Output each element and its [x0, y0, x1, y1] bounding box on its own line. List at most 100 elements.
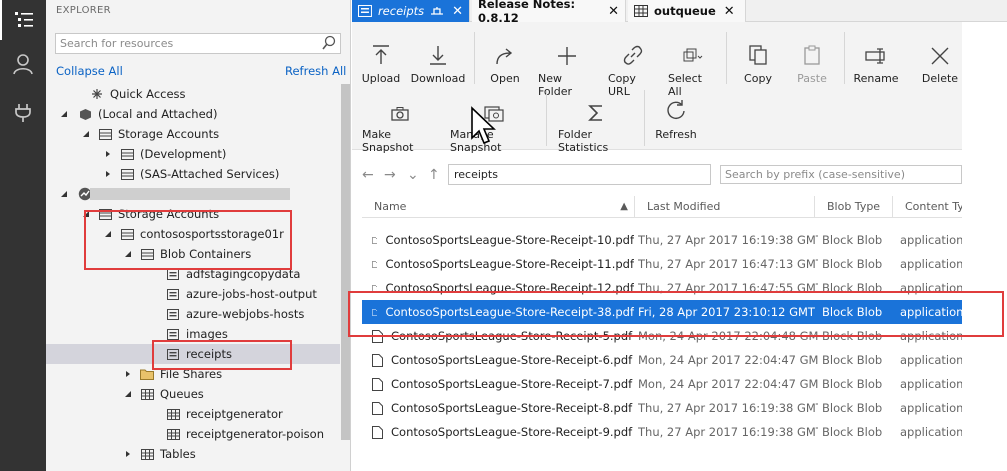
- table-row[interactable]: ContosoSportsLeague-Store-Receipt-5.pdf …: [362, 324, 962, 348]
- column-header-content-type[interactable]: Content Type: [892, 196, 962, 218]
- expand-right-icon[interactable]: [122, 448, 134, 460]
- expand-down-icon[interactable]: [58, 108, 70, 120]
- download-button[interactable]: Download: [411, 40, 465, 85]
- path-input[interactable]: [448, 164, 711, 185]
- file-icon: [372, 425, 383, 439]
- resource-search-box[interactable]: [55, 33, 341, 54]
- tree-item-quick-access[interactable]: Quick Access: [46, 84, 340, 104]
- tree-item-container[interactable]: images: [46, 324, 340, 344]
- sort-up-icon[interactable]: ▲: [620, 196, 628, 218]
- search-icon[interactable]: [321, 35, 337, 54]
- grid-icon: [166, 427, 180, 441]
- tree-item-storage-accounts-2[interactable]: Storage Accounts: [46, 204, 340, 224]
- folder-icon: [140, 367, 154, 381]
- expand-down-icon[interactable]: [80, 128, 92, 140]
- table-row[interactable]: ContosoSportsLeague-Store-Receipt-11.pdf…: [362, 252, 962, 276]
- tree-item-storage-accounts[interactable]: Storage Accounts: [46, 124, 340, 144]
- explorer-title: EXPLORER: [56, 5, 111, 16]
- column-header-blob-type[interactable]: Blob Type: [814, 196, 892, 218]
- copy-icon: [748, 40, 768, 66]
- explorer-activity-button[interactable]: [0, 0, 46, 40]
- column-header-name[interactable]: Name ▲: [362, 196, 634, 218]
- open-button[interactable]: Open: [488, 40, 522, 85]
- expand-down-icon[interactable]: [122, 388, 134, 400]
- tree-item-subscription[interactable]: [46, 184, 340, 204]
- select-all-button[interactable]: Select All: [668, 40, 716, 98]
- make-snapshot-button[interactable]: Make Snapshot: [362, 96, 438, 154]
- account-activity-button[interactable]: [0, 44, 46, 84]
- expand-right-icon[interactable]: [102, 168, 114, 180]
- tab-outqueue[interactable]: outqueue ✕: [628, 0, 746, 22]
- close-tab-icon[interactable]: ✕: [724, 4, 735, 19]
- tab-bar: receipts ✕ Release Notes: 0.8.12 ✕ outqu…: [352, 0, 1007, 25]
- expand-down-icon[interactable]: [122, 248, 134, 260]
- tab-release-notes[interactable]: Release Notes: 0.8.12 ✕: [472, 0, 626, 25]
- copy-button[interactable]: Copy: [740, 40, 776, 85]
- tree-item-storage-account[interactable]: contososportsstorage01r: [46, 224, 340, 244]
- tree-item-queue[interactable]: receiptgenerator: [46, 404, 340, 424]
- resource-search-input[interactable]: [56, 34, 311, 53]
- container-icon: [166, 347, 180, 361]
- pin-icon[interactable]: [430, 6, 444, 16]
- grid-icon: [140, 447, 154, 461]
- tree-item-container[interactable]: adfstagingcopydata: [46, 264, 340, 284]
- tree-item-development[interactable]: (Development): [46, 144, 340, 164]
- tree-item-blob-containers[interactable]: Blob Containers: [46, 244, 340, 264]
- collapse-all-link[interactable]: Collapse All: [56, 64, 123, 78]
- paste-button[interactable]: Paste: [794, 40, 830, 85]
- refresh-button[interactable]: Refresh: [655, 96, 697, 141]
- expand-down-icon[interactable]: [80, 208, 92, 220]
- mouse-cursor-icon: [471, 106, 496, 145]
- table-row[interactable]: ContosoSportsLeague-Store-Receipt-9.pdf …: [362, 420, 962, 444]
- delete-button[interactable]: Delete: [922, 40, 958, 85]
- folder-statistics-button[interactable]: Folder Statistics: [558, 96, 634, 154]
- up-arrow-icon[interactable]: ↑: [428, 167, 440, 183]
- close-tab-icon[interactable]: ✕: [608, 4, 619, 19]
- tree-scrollbar[interactable]: [341, 84, 350, 440]
- table-row[interactable]: ContosoSportsLeague-Store-Receipt-6.pdf …: [362, 348, 962, 372]
- expand-right-icon[interactable]: [102, 148, 114, 160]
- download-icon: [428, 40, 448, 66]
- back-arrow-icon[interactable]: ←: [362, 167, 374, 183]
- tree-item-file-shares[interactable]: File Shares: [46, 364, 340, 384]
- toolbar-separator: [546, 90, 547, 146]
- rename-button[interactable]: Rename: [853, 40, 899, 85]
- connect-activity-button[interactable]: [0, 92, 46, 132]
- container-icon: [166, 327, 180, 341]
- tree-item-local-attached[interactable]: (Local and Attached): [46, 104, 340, 124]
- table-row-selected[interactable]: ContosoSportsLeague-Store-Receipt-38.pdf…: [362, 300, 962, 324]
- toolbar-separator: [844, 32, 845, 84]
- plug-icon: [15, 104, 31, 122]
- table-row[interactable]: ContosoSportsLeague-Store-Receipt-7.pdf …: [362, 372, 962, 396]
- expand-right-icon[interactable]: [122, 368, 134, 380]
- paste-icon: [802, 40, 822, 66]
- link-icon: [622, 40, 644, 66]
- tree-item-queues[interactable]: Queues: [46, 384, 340, 404]
- column-header-last-modified[interactable]: Last Modified: [634, 196, 814, 218]
- tree-item-sas-attached[interactable]: (SAS-Attached Services): [46, 164, 340, 184]
- tree-item-container[interactable]: azure-jobs-host-output: [46, 284, 340, 304]
- close-tab-icon[interactable]: ✕: [452, 4, 463, 19]
- tree-item-tables[interactable]: Tables: [46, 444, 340, 464]
- file-icon: [372, 260, 378, 268]
- file-icon: [372, 353, 383, 367]
- forward-arrow-icon[interactable]: →: [384, 167, 396, 183]
- refresh-all-link[interactable]: Refresh All: [285, 64, 346, 78]
- upload-icon: [371, 40, 391, 66]
- toolbar: Upload Download Open New Folder Copy URL…: [352, 22, 962, 154]
- delete-icon: [930, 40, 950, 66]
- prefix-search-input[interactable]: [720, 165, 962, 184]
- chevron-down-icon[interactable]: ⌄: [407, 167, 419, 183]
- expand-down-icon[interactable]: [102, 228, 114, 240]
- upload-button[interactable]: Upload: [362, 40, 400, 85]
- expand-down-icon[interactable]: [58, 188, 70, 200]
- copy-url-button[interactable]: Copy URL: [608, 40, 658, 98]
- table-row[interactable]: ContosoSportsLeague-Store-Receipt-12.pdf…: [362, 276, 962, 300]
- tree-item-container[interactable]: azure-webjobs-hosts: [46, 304, 340, 324]
- tab-receipts[interactable]: receipts ✕: [352, 0, 470, 22]
- grid-icon: [166, 407, 180, 421]
- table-row[interactable]: ContosoSportsLeague-Store-Receipt-10.pdf…: [362, 228, 962, 252]
- tree-item-queue[interactable]: receiptgenerator-poison: [46, 424, 340, 444]
- table-row[interactable]: ContosoSportsLeague-Store-Receipt-8.pdf …: [362, 396, 962, 420]
- tree-item-container-receipts[interactable]: receipts: [46, 344, 340, 364]
